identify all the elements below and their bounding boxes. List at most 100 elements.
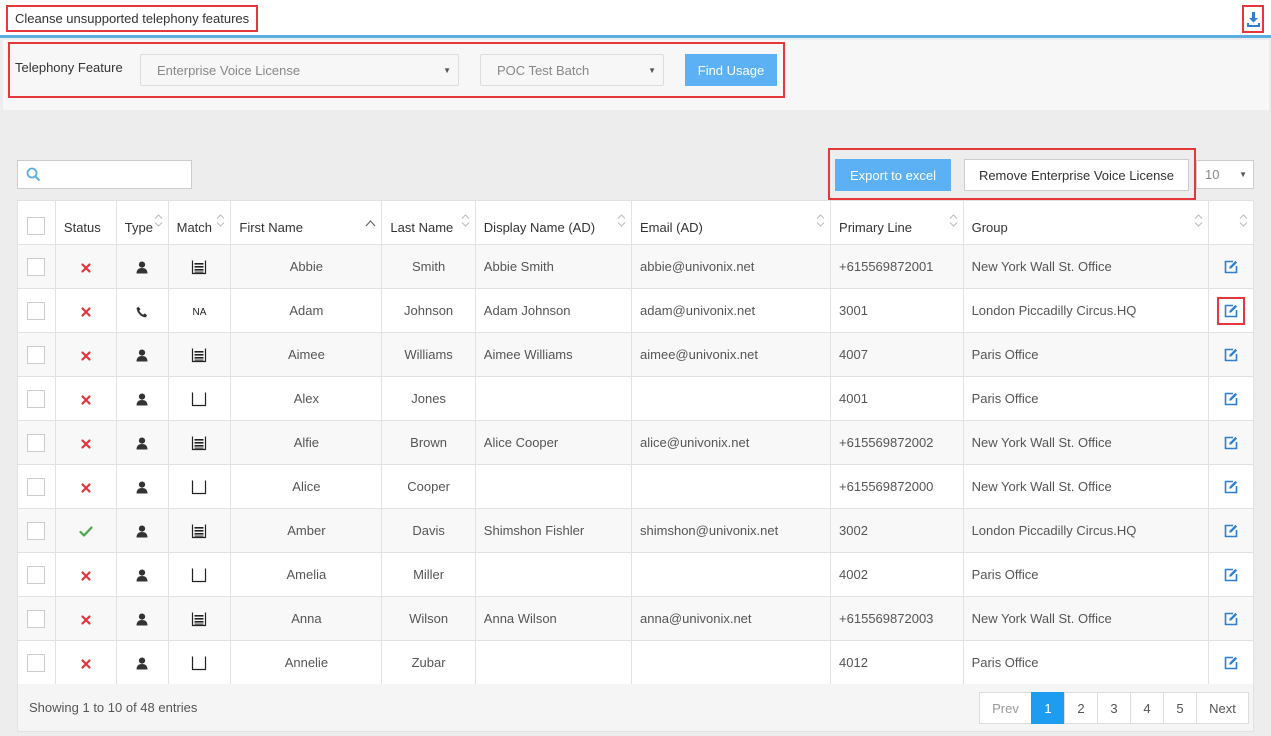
row-select-cell[interactable] [17,552,56,597]
first-name-cell: Alfie [230,420,383,465]
column-header-status[interactable]: Status [54,200,117,245]
row-checkbox[interactable] [27,609,46,628]
select-all-header[interactable] [17,200,56,245]
user-icon [136,349,148,362]
row-select-cell[interactable] [17,596,56,641]
search-input[interactable] [17,160,192,189]
type-cell [115,420,169,465]
column-header-first-name[interactable]: First Name [230,200,383,245]
first-name-cell: Alex [230,376,383,421]
table-footer: Showing 1 to 10 of 48 entries Prev 1 2 3… [17,684,1254,732]
row-checkbox[interactable] [27,389,46,408]
batch-select-value: POC Test Batch [497,62,590,78]
edit-cell[interactable] [1207,552,1255,597]
row-select-cell[interactable] [17,508,56,553]
row-select-cell[interactable] [17,640,56,685]
edit-cell[interactable] [1207,464,1255,509]
primary-line-cell: 4007 [830,332,964,377]
chevron-down-icon: ▼ [648,66,656,75]
edit-cell[interactable] [1207,332,1255,377]
download-button[interactable] [1242,5,1264,33]
display-name-cell [474,552,633,597]
display-name-cell: Aimee Williams [474,332,633,377]
edit-cell[interactable] [1207,288,1255,333]
edit-icon [1224,524,1238,538]
table-row[interactable]: Alex Jones 4001 Paris Office [17,376,1255,421]
filter-bar: Telephony Feature Enterprise Voice Licen… [3,40,1269,110]
row-select-cell[interactable] [17,420,56,465]
filter-highlight: Telephony Feature Enterprise Voice Licen… [8,42,785,98]
table-row[interactable]: Abbie Smith Abbie Smith abbie@univonix.net +… [17,244,1255,289]
column-header-match[interactable]: Match [167,200,232,245]
page-size-select[interactable]: 10 ▼ [1196,160,1254,189]
row-select-cell[interactable] [17,244,56,289]
row-checkbox[interactable] [27,565,46,584]
user-icon [136,393,148,406]
row-checkbox[interactable] [27,521,46,540]
page-button-5[interactable]: 5 [1163,692,1197,724]
column-header-type[interactable]: Type [115,200,169,245]
no-match-icon [192,392,207,406]
email-cell [631,376,832,421]
table-row[interactable]: Aimee Williams Aimee Williams aimee@univoni… [17,332,1255,377]
page-button-3[interactable]: 3 [1097,692,1131,724]
edit-cell[interactable] [1207,420,1255,465]
prev-page-button[interactable]: Prev [979,692,1032,724]
edit-cell[interactable] [1207,640,1255,685]
edit-button-highlight[interactable] [1216,296,1245,325]
row-select-cell[interactable] [17,332,56,377]
row-checkbox[interactable] [27,301,46,320]
batch-select[interactable]: POC Test Batch ▼ [480,54,664,86]
telephony-feature-label: Telephony Feature [15,60,123,75]
status-cell [54,420,117,465]
email-cell [631,464,832,509]
export-excel-button[interactable]: Export to excel [835,159,951,191]
last-name-cell: Smith [381,244,476,289]
column-header-group[interactable]: Group [962,200,1209,245]
match-cell: NA [167,288,232,333]
row-checkbox[interactable] [27,433,46,452]
edit-cell[interactable] [1207,244,1255,289]
table-row[interactable]: Anna Wilson Anna Wilson anna@univonix.net +6… [17,596,1255,641]
group-cell: New York Wall St. Office [962,596,1209,641]
row-select-cell[interactable] [17,376,56,421]
row-select-cell[interactable] [17,464,56,509]
remove-license-button[interactable]: Remove Enterprise Voice License [964,159,1189,191]
page-button-2[interactable]: 2 [1064,692,1098,724]
table-row[interactable]: Amelia Miller 4002 Paris Office [17,552,1255,597]
row-checkbox[interactable] [27,477,46,496]
primary-line-cell: 4002 [830,552,964,597]
table-row[interactable]: Alfie Brown Alice Cooper alice@univonix.net… [17,420,1255,465]
table-row[interactable]: Amber Davis Shimshon Fishler shimshon@univo… [17,508,1255,553]
table-row[interactable]: Annelie Zubar 4012 Paris Office [17,640,1255,685]
page-button-4[interactable]: 4 [1130,692,1164,724]
row-checkbox[interactable] [27,257,46,276]
group-cell: London Piccadilly Circus.HQ [962,508,1209,553]
row-checkbox[interactable] [27,345,46,364]
row-select-cell[interactable] [17,288,56,333]
feature-select[interactable]: Enterprise Voice License ▼ [140,54,459,86]
row-checkbox[interactable] [27,653,46,672]
column-header-email[interactable]: Email (AD) [631,200,832,245]
last-name-cell: Johnson [381,288,476,333]
column-header-primary-line[interactable]: Primary Line [830,200,964,245]
match-cell [167,464,232,509]
select-all-checkbox[interactable] [27,217,46,235]
edit-cell[interactable] [1207,508,1255,553]
table-row[interactable]: Alice Cooper +615569872000 New York Wall St… [17,464,1255,509]
find-usage-button[interactable]: Find Usage [685,54,777,86]
next-page-button[interactable]: Next [1196,692,1249,724]
edit-cell[interactable] [1207,376,1255,421]
column-header-edit[interactable] [1207,200,1255,245]
page-title: Cleanse unsupported telephony features [6,5,259,32]
column-header-last-name[interactable]: Last Name [381,200,476,245]
user-icon [136,437,148,450]
page-button-1[interactable]: 1 [1031,692,1065,724]
user-icon [136,657,148,670]
type-cell [115,596,169,641]
edit-icon [1224,348,1238,362]
table-row[interactable]: NA Adam Johnson Adam Johnson adam@univonix.n… [17,288,1255,333]
column-header-display-name[interactable]: Display Name (AD) [474,200,633,245]
edit-cell[interactable] [1207,596,1255,641]
user-icon [136,569,148,582]
